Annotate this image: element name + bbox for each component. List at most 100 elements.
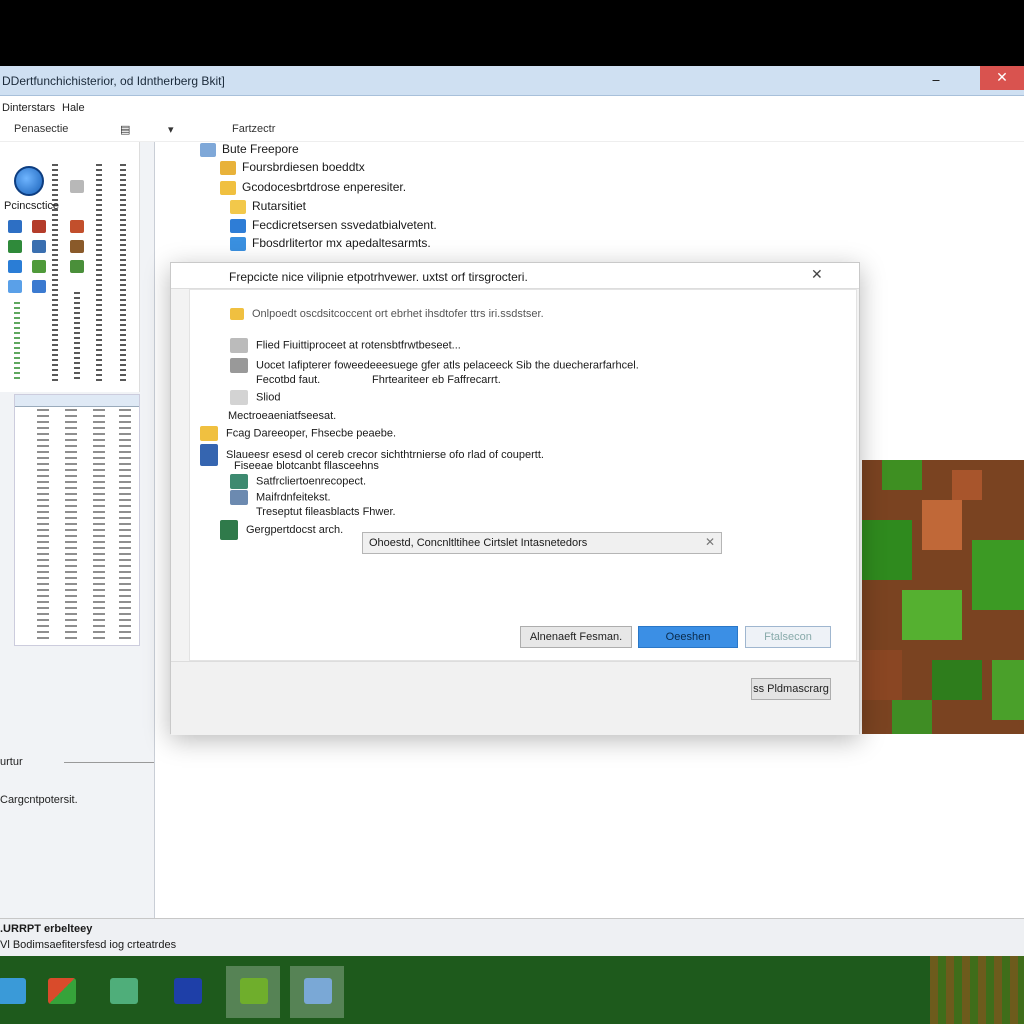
app-icon[interactable]	[8, 240, 22, 253]
info-line: Onlpoedt oscdsitcoccent ort ebrhet ihsdt…	[230, 308, 544, 321]
app-icon	[230, 490, 248, 505]
dialog: Frepcicte nice vilipnie etpotrhvewer. ux…	[170, 262, 860, 735]
close-button[interactable]: ✕	[980, 66, 1024, 90]
grid-column	[93, 409, 105, 641]
list-item[interactable]: Fbosdrlitertor mx apedaltesarmts.	[230, 236, 431, 254]
option-item[interactable]: Gergpertdocst arch.	[220, 520, 343, 540]
app-icon	[200, 444, 218, 466]
status-line-2: Vl Bodimsaefitersfesd iog crteatrdes	[0, 939, 177, 951]
folder-icon	[230, 199, 246, 214]
path-input[interactable]: Ohoestd, Concnltltihee Cirtslet Intasnet…	[362, 532, 722, 554]
game-texture-image	[862, 460, 1024, 734]
app-icon[interactable]	[32, 260, 46, 273]
globe-icon[interactable]	[14, 166, 44, 196]
option-item[interactable]: Fiseeae blotcanbt fllasceehns	[234, 460, 379, 472]
option-item[interactable]: Treseptut fileasblacts Fhwer.	[256, 506, 396, 518]
game-scenery	[930, 956, 1024, 1024]
taskbar-app[interactable]	[34, 966, 88, 1018]
tree-lines	[120, 164, 126, 384]
taskbar-app-active[interactable]	[226, 966, 280, 1018]
minimize-button[interactable]: ⎯	[916, 68, 956, 92]
taskbar-app[interactable]	[96, 966, 150, 1018]
list-item[interactable]: Bute Freepore	[200, 142, 299, 160]
list-item[interactable]: Gcodocesbrtdrose enperesiter.	[220, 180, 406, 198]
taskbar-app-active[interactable]	[290, 966, 344, 1018]
list-item[interactable]: Fecdicretsersen ssvedatbialvetent.	[230, 218, 437, 236]
app-icon	[174, 978, 202, 1004]
app-icon	[304, 978, 332, 1004]
grid-header	[15, 395, 139, 407]
app-icon	[110, 978, 138, 1004]
list-item[interactable]: Foursbrdiesen boeddtx	[220, 160, 365, 178]
left-pane-footer-text: Cargcntpotersit.	[0, 794, 78, 806]
option-item[interactable]: Maifrdnfeitekst.	[230, 490, 331, 505]
status-bar: .URRPT erbelteey Vl Bodimsaefitersfesd i…	[0, 918, 1024, 956]
option-item[interactable]: Fecotbd faut.	[256, 374, 320, 386]
app-icon[interactable]	[32, 220, 46, 233]
app-icon[interactable]	[32, 240, 46, 253]
app-icon[interactable]	[70, 180, 84, 193]
option-item[interactable]: Fcag Dareeoper, Fhsecbe peaebe.	[200, 426, 396, 441]
app-icon[interactable]	[70, 220, 84, 233]
primary-button[interactable]: Oeeshen	[638, 626, 738, 648]
tree-lines	[96, 164, 102, 384]
dialog-title: Frepcicte nice vilipnie etpotrhvewer. ux…	[229, 270, 528, 284]
data-grid	[14, 394, 140, 646]
option-item[interactable]: Sliod	[230, 390, 280, 405]
section-heading: Mectroeaeniatfseesat.	[228, 410, 337, 422]
app-icon	[230, 474, 248, 489]
grid-column	[37, 409, 49, 641]
path-input-value: Ohoestd, Concnltltihee Cirtslet Intasnet…	[369, 537, 588, 549]
app-icon	[240, 978, 268, 1004]
list-item[interactable]: Rutarsitiet	[230, 199, 306, 217]
taskbar	[0, 956, 1024, 1024]
app-icon[interactable]	[32, 280, 46, 293]
tree-lines	[14, 302, 20, 382]
view-icon[interactable]: ▤	[120, 123, 130, 136]
option-item[interactable]: Satfrcliertoenrecopect.	[230, 474, 366, 489]
app-icon[interactable]	[8, 280, 22, 293]
folder-icon	[220, 160, 236, 175]
file-icon	[230, 218, 246, 233]
toolbar: Penasectie ▤ ▾ Fartzectr	[0, 120, 1024, 142]
dialog-title-bar: Frepcicte nice vilipnie etpotrhvewer. ux…	[171, 263, 859, 289]
folder-icon	[200, 426, 218, 441]
menu-bar: Dinterstars Hale	[0, 96, 1024, 120]
app-icon[interactable]	[70, 260, 84, 273]
icon-panel: Pcincsctice	[0, 142, 140, 392]
disabled-button[interactable]: Ftalsecon	[745, 626, 831, 648]
dialog-footer: ss Pldmascrarg	[171, 661, 859, 735]
app-icon[interactable]	[8, 220, 22, 233]
footer-button[interactable]: ss Pldmascrarg	[751, 678, 831, 700]
taskbar-app[interactable]	[160, 966, 214, 1018]
toolbar-item-left[interactable]: Penasectie	[14, 123, 68, 135]
section-label: Pcincsctice	[4, 200, 60, 212]
gear-icon	[230, 358, 248, 373]
chevron-down-icon[interactable]: ▾	[168, 123, 174, 136]
menu-item-help[interactable]: Hale	[62, 102, 85, 114]
file-icon	[230, 390, 248, 405]
left-pane: Pcincsctice urtur Cargcntpotersit.	[0, 142, 155, 918]
info-icon	[230, 308, 244, 321]
file-icon	[230, 236, 246, 251]
taskbar-app[interactable]	[0, 966, 38, 1018]
folder-icon	[200, 142, 216, 157]
option-item[interactable]: Flied Fiuittiproceet at rotensbtfrwtbese…	[230, 338, 461, 353]
title-bar: DDertfunchichisterior, od Idntherberg Bk…	[0, 66, 1024, 96]
dialog-close-button[interactable]: ✕	[811, 267, 823, 283]
clear-icon[interactable]: ✕	[705, 535, 715, 549]
toolbar-item-mid[interactable]: Fartzectr	[232, 123, 275, 135]
option-item[interactable]: Uocet Iafipterer foweedeeesuege gfer atl…	[230, 358, 639, 373]
app-icon[interactable]	[70, 240, 84, 253]
side-text: Fhrteariteer eb Faffrecarrt.	[372, 374, 501, 386]
divider-label: urtur	[0, 756, 23, 768]
secondary-button[interactable]: Alnenaeft Fesman.	[520, 626, 632, 648]
status-line-1: .URRPT erbelteey	[0, 923, 93, 935]
dialog-body: Onlpoedt oscdsitcoccent ort ebrhet ihsdt…	[189, 289, 857, 661]
menu-item-first[interactable]: Dinterstars	[2, 102, 55, 114]
app-icon[interactable]	[8, 260, 22, 273]
tree-lines	[52, 164, 58, 384]
divider	[64, 762, 154, 763]
app-icon	[0, 978, 26, 1004]
app-icon	[48, 978, 76, 1004]
